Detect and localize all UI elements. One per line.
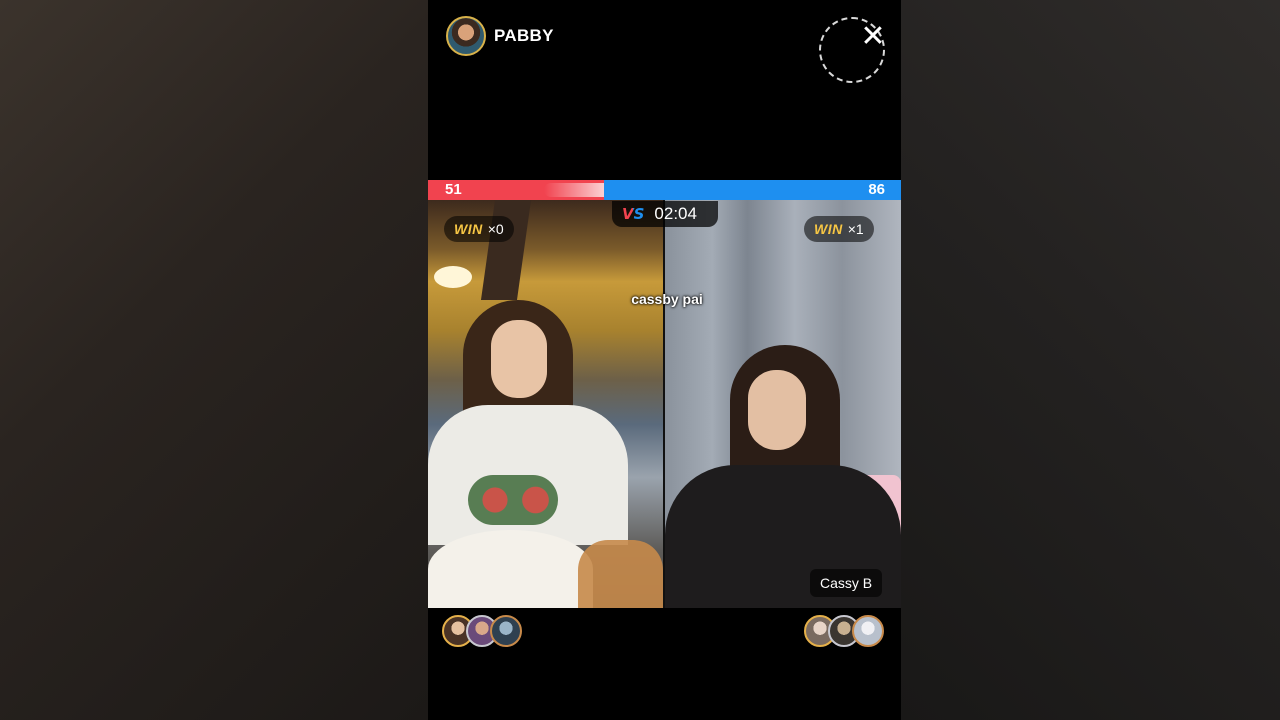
scene-light [434, 266, 472, 288]
plate [428, 530, 593, 608]
win-count: ×1 [847, 221, 864, 237]
opponent-name-tag[interactable]: Cassy B [810, 569, 883, 597]
streamer-right-face [748, 370, 806, 450]
win-label: WIN [814, 221, 843, 237]
win-label: WIN [454, 221, 483, 237]
supporter-avatar[interactable] [852, 615, 884, 647]
score-bar-red: 51 [428, 180, 604, 200]
score-streak [543, 183, 604, 197]
battle-score-bar: 51 86 [428, 180, 901, 200]
video-feed-right[interactable] [665, 200, 901, 608]
blurred-background-left [0, 0, 428, 720]
live-battle-view: PABBY ✕ 51 86 VS 02:04 WIN ×0 WIN ×1 cas… [428, 0, 901, 720]
caption-overlay: cassby pai [631, 291, 703, 307]
vs-icon: VS [622, 205, 645, 223]
supporter-avatar[interactable] [490, 615, 522, 647]
battle-timer-chip: VS 02:04 [612, 201, 718, 227]
win-count: ×0 [487, 221, 504, 237]
streamer-left-face [491, 320, 547, 398]
shirt-print [468, 475, 558, 525]
top-supporters-left[interactable] [442, 615, 522, 649]
bowl [578, 540, 663, 608]
close-icon[interactable]: ✕ [858, 22, 888, 52]
score-bar-blue: 86 [603, 180, 901, 200]
win-streak-badge-left: WIN ×0 [444, 216, 514, 242]
scene-beam [480, 200, 532, 300]
host-name[interactable]: PABBY [494, 26, 554, 46]
blurred-background-right [901, 0, 1280, 720]
host-avatar[interactable] [446, 16, 486, 56]
host-header[interactable]: PABBY [446, 14, 554, 58]
video-feed-left[interactable] [428, 200, 663, 608]
score-left: 51 [445, 181, 462, 198]
battle-timer: 02:04 [654, 204, 697, 223]
top-supporters-right[interactable] [804, 615, 884, 649]
score-right: 86 [868, 181, 885, 198]
win-streak-badge-right: WIN ×1 [804, 216, 874, 242]
